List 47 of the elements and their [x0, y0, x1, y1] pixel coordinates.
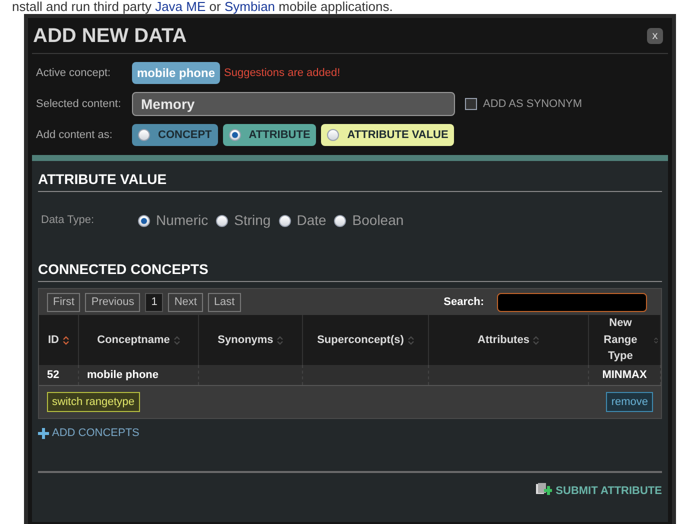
table-cell-text: 52	[47, 368, 60, 383]
option-label: Boolean	[352, 211, 404, 230]
search-field[interactable]	[497, 292, 647, 312]
concept-tag: mobile phone	[132, 62, 220, 84]
pager-button[interactable]: Previous	[85, 292, 140, 312]
radio-button[interactable]	[138, 129, 150, 141]
radio-button[interactable]	[216, 214, 228, 226]
content-type-option[interactable]: ATTRIBUTE VALUE	[321, 124, 454, 146]
content-type-option[interactable]: CONCEPT	[132, 124, 218, 146]
dialog-title: ADD NEW DATA	[33, 24, 187, 48]
checkbox-label: ADD AS SYNONYM	[483, 96, 582, 112]
remove-button[interactable]: remove	[606, 392, 653, 412]
switch-rangetype-button[interactable]: switch rangetype	[47, 392, 140, 412]
field-label: Active concept:	[36, 66, 112, 81]
radio-button[interactable]	[138, 214, 150, 226]
table-cell-text: MINMAX	[602, 368, 647, 383]
add-concepts-link[interactable]: ADD CONCEPTS	[38, 425, 140, 442]
field-label: Data Type:	[40, 213, 95, 228]
pager-button[interactable]: Last	[208, 292, 241, 312]
section-heading: ATTRIBUTE VALUE	[38, 169, 662, 192]
link[interactable]: Symbian	[224, 0, 276, 14]
synonym-checkbox[interactable]	[465, 98, 477, 110]
link[interactable]: Java ME	[155, 0, 206, 14]
field-label: Add content as:	[36, 128, 114, 143]
page-text: or	[208, 0, 222, 14]
table-cell-text: mobile phone	[87, 368, 158, 383]
submit-attribute-button[interactable]: SUBMIT ATTRIBUTE	[536, 482, 662, 499]
page-text: mobile applications.	[278, 0, 393, 14]
pager-button[interactable]: 1	[145, 292, 164, 312]
field-label: Selected content:	[36, 96, 122, 112]
page-text: nstall and run third party	[12, 0, 152, 14]
pager-button[interactable]: Next	[168, 292, 203, 312]
search-label: Search:	[444, 294, 484, 310]
radio-button[interactable]	[334, 214, 346, 226]
status-message: Suggestions are added!	[224, 66, 340, 81]
pager-button[interactable]: First	[47, 292, 80, 312]
radio-button[interactable]	[278, 214, 291, 226]
option-label: Numeric	[156, 211, 208, 230]
content-field[interactable]: Memory	[132, 92, 455, 116]
content-type-option[interactable]: ATTRIBUTE	[222, 124, 316, 146]
plus-icon	[38, 428, 49, 439]
option-label: String	[234, 211, 271, 230]
radio-button[interactable]	[327, 129, 340, 141]
option-label: Date	[296, 211, 326, 230]
close-button[interactable]: x	[647, 28, 663, 44]
section-heading: CONNECTED CONCEPTS	[38, 259, 662, 282]
radio-button[interactable]	[228, 129, 241, 141]
